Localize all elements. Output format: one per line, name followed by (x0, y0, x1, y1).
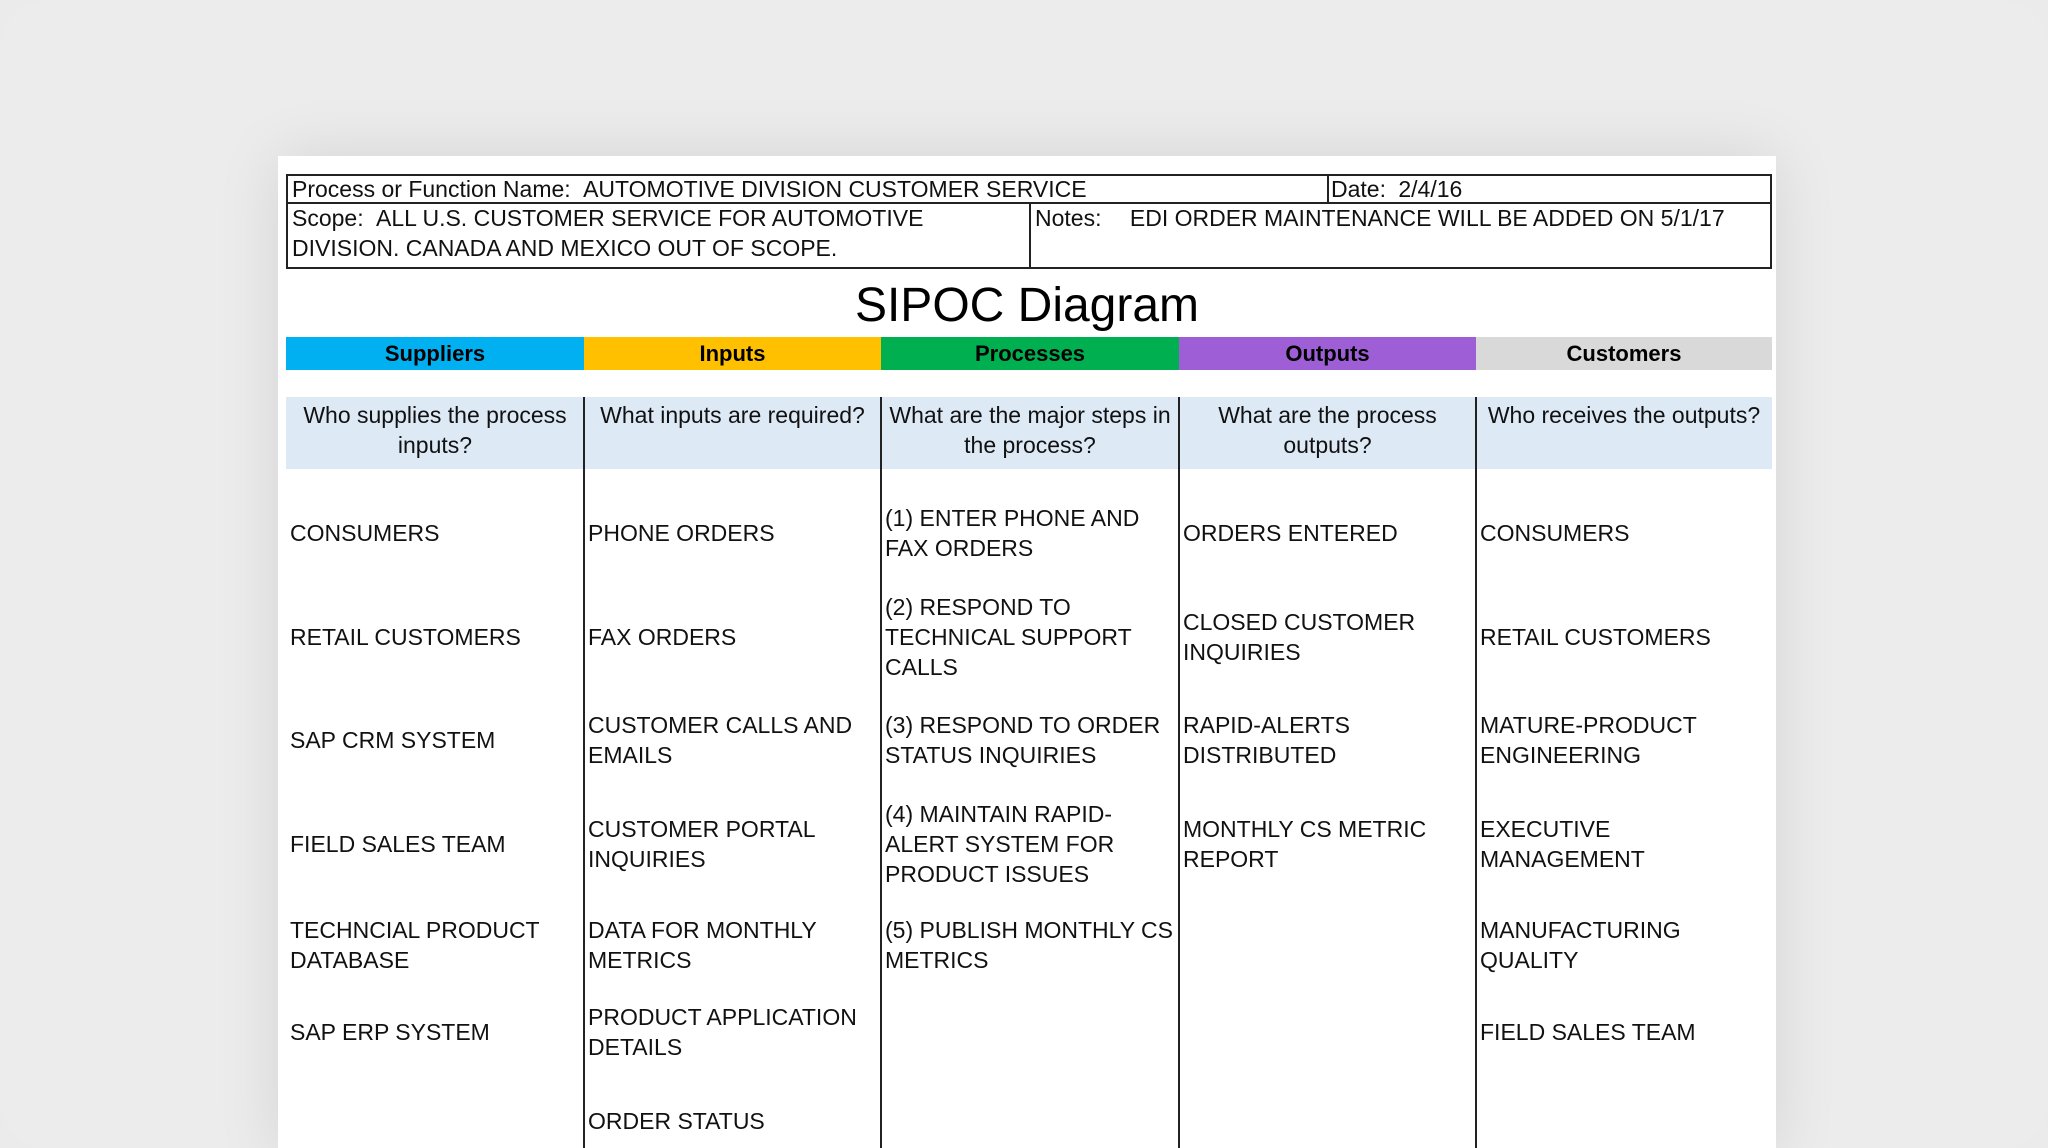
list-item: EXECUTIVE MANAGEMENT (1480, 816, 1645, 872)
list-item: PRODUCT APPLICATION DETAILS (588, 1004, 857, 1060)
list-item: FIELD SALES TEAM (1480, 1019, 1696, 1045)
notes-label: Notes: (1035, 205, 1102, 231)
list-item: MATURE-PRODUCT ENGINEERING (1480, 712, 1697, 768)
question-suppliers: Who supplies the process inputs? (286, 397, 584, 469)
date-value: 2/4/16 (1398, 176, 1463, 202)
list-item: ORDERS ENTERED (1183, 520, 1398, 546)
list-item: (4) MAINTAIN RAPID-ALERT SYSTEM FOR PROD… (885, 801, 1115, 887)
list-item: PHONE ORDERS (588, 520, 775, 546)
list-item: CONSUMERS (1480, 520, 1630, 546)
scope-value: ALL U.S. CUSTOMER SERVICE FOR AUTOMOTIVE… (292, 205, 924, 261)
column-divider (1178, 397, 1180, 1148)
sipoc-document: Process or Function Name: AUTOMOTIVE DIV… (278, 156, 1776, 1148)
notes-value: EDI ORDER MAINTENANCE WILL BE ADDED ON 5… (1129, 205, 1725, 231)
list-item: (1) ENTER PHONE AND FAX ORDERS (885, 505, 1140, 561)
date-label: Date: (1331, 176, 1386, 202)
list-item: CONSUMERS (290, 520, 440, 546)
list-item: (2) RESPOND TO TECHNICAL SUPPORT CALLS (885, 594, 1132, 680)
list-item: SAP CRM SYSTEM (290, 727, 496, 753)
question-outputs: What are the process outputs? (1179, 397, 1476, 469)
band-outputs: Outputs (1179, 337, 1476, 370)
question-customers: Who receives the outputs? (1476, 397, 1772, 469)
question-inputs: What inputs are required? (584, 397, 881, 469)
list-item: MONTHLY CS METRIC REPORT (1183, 816, 1427, 872)
diagram-title: SIPOC Diagram (854, 279, 1200, 332)
question-processes: What are the major steps in the process? (881, 397, 1179, 469)
scope-cell: Scope: ALL U.S. CUSTOMER SERVICE FOR AUT… (286, 202, 1031, 269)
notes-cell: Notes: EDI ORDER MAINTENANCE WILL BE ADD… (1029, 202, 1772, 269)
band-suppliers: Suppliers (286, 337, 584, 370)
list-item: CUSTOMER CALLS AND EMAILS (588, 712, 853, 768)
list-item: MANUFACTURING QUALITY (1480, 917, 1681, 973)
list-item: FAX ORDERS (588, 624, 737, 650)
process-name-cell: Process or Function Name: AUTOMOTIVE DIV… (286, 174, 1328, 204)
list-item: CUSTOMER PORTAL INQUIRIES (588, 816, 815, 872)
list-item: (3) RESPOND TO ORDER STATUS INQUIRIES (885, 712, 1161, 768)
scope-label: Scope: (292, 205, 364, 231)
list-item: DATA FOR MONTHLY METRICS (588, 917, 817, 973)
list-item: FIELD SALES TEAM (290, 831, 506, 857)
list-item: RETAIL CUSTOMERS (290, 624, 521, 650)
process-name-value: AUTOMOTIVE DIVISION CUSTOMER SERVICE (583, 176, 1087, 202)
process-name-label: Process or Function Name: (292, 176, 571, 202)
list-item: ORDER STATUS (588, 1108, 765, 1134)
list-item: CLOSED CUSTOMER INQUIRIES (1183, 609, 1416, 665)
column-divider (1475, 397, 1477, 1148)
list-item: SAP ERP SYSTEM (290, 1019, 490, 1045)
band-processes: Processes (881, 337, 1179, 370)
screenshot-frame: Process or Function Name: AUTOMOTIVE DIV… (0, 0, 2048, 1148)
date-cell: Date: 2/4/16 (1327, 174, 1772, 204)
column-divider (880, 397, 882, 1148)
list-item: TECHNCIAL PRODUCT DATABASE (290, 917, 540, 973)
band-customers: Customers (1476, 337, 1772, 370)
column-divider (583, 397, 585, 1148)
band-inputs: Inputs (584, 337, 881, 370)
list-item: RAPID-ALERTS DISTRIBUTED (1183, 712, 1351, 768)
list-item: RETAIL CUSTOMERS (1480, 624, 1711, 650)
list-item: (5) PUBLISH MONTHLY CS METRICS (885, 917, 1173, 973)
